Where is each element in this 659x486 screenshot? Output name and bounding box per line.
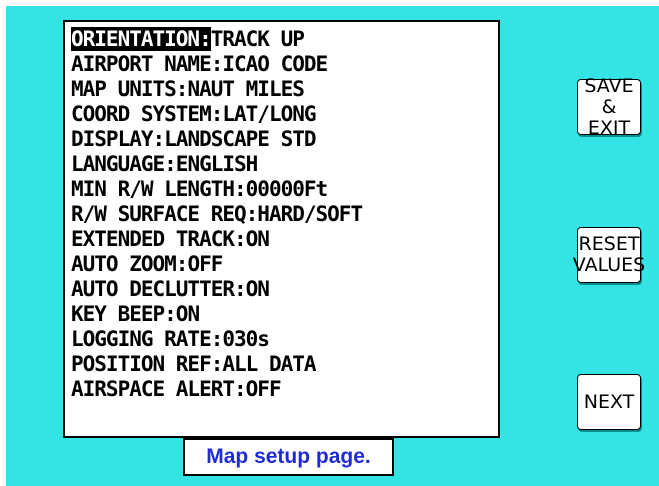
reset-values-button[interactable]: RESET VALUES bbox=[573, 227, 645, 283]
device-screen: ORIENTATION:TRACK UP AIRPORT NAME:ICAO C… bbox=[6, 6, 659, 486]
setting-language[interactable]: LANGUAGE:ENGLISH bbox=[71, 152, 498, 177]
setting-key: LOGGING RATE: bbox=[71, 327, 223, 351]
setting-key: MAP UNITS: bbox=[71, 77, 188, 101]
setting-map-units[interactable]: MAP UNITS:NAUT MILES bbox=[71, 77, 498, 102]
setting-key: EXTENDED TRACK: bbox=[71, 227, 247, 251]
setting-auto-zoom[interactable]: AUTO ZOOM:OFF bbox=[71, 252, 498, 277]
page-caption: Map setup page. bbox=[183, 438, 394, 476]
setting-logging-rate[interactable]: LOGGING RATE:030s bbox=[71, 327, 498, 352]
setting-key: R/W SURFACE REQ: bbox=[71, 202, 258, 226]
setting-value: LANDSCAPE STD bbox=[164, 127, 316, 151]
setting-key: KEY BEEP: bbox=[71, 302, 177, 326]
setting-value: LAT/LONG bbox=[222, 102, 316, 126]
save-exit-label-line1: SAVE & bbox=[584, 74, 634, 118]
setting-display[interactable]: DISPLAY:LANDSCAPE STD bbox=[71, 127, 498, 152]
setting-position-ref[interactable]: POSITION REF:ALL DATA bbox=[71, 352, 498, 377]
setting-orientation[interactable]: ORIENTATION:TRACK UP bbox=[71, 27, 498, 52]
setting-key: AIRSPACE ALERT: bbox=[71, 377, 247, 401]
setting-rw-surface-req[interactable]: R/W SURFACE REQ:HARD/SOFT bbox=[71, 202, 498, 227]
setting-key: MIN R/W LENGTH: bbox=[71, 177, 247, 201]
setting-key: POSITION REF: bbox=[71, 352, 223, 376]
setting-key: DISPLAY: bbox=[71, 127, 165, 151]
setting-key: AIRPORT NAME: bbox=[71, 52, 223, 76]
setting-value: ICAO CODE bbox=[222, 52, 328, 76]
setting-extended-track[interactable]: EXTENDED TRACK:ON bbox=[71, 227, 498, 252]
setting-airport-name[interactable]: AIRPORT NAME:ICAO CODE bbox=[71, 52, 498, 77]
setting-key: AUTO DECLUTTER: bbox=[71, 277, 247, 301]
setting-value: TRACK UP bbox=[210, 27, 305, 51]
setting-airspace-alert[interactable]: AIRSPACE ALERT:OFF bbox=[71, 377, 498, 402]
settings-list: ORIENTATION:TRACK UP AIRPORT NAME:ICAO C… bbox=[63, 20, 500, 438]
setting-value: ALL DATA bbox=[222, 352, 316, 376]
setting-value: OFF bbox=[245, 377, 282, 401]
setting-value: ON bbox=[245, 277, 270, 301]
setting-auto-declutter[interactable]: AUTO DECLUTTER:ON bbox=[71, 277, 498, 302]
setting-value: NAUT MILES bbox=[187, 77, 304, 101]
setting-value: OFF bbox=[187, 252, 223, 276]
setting-value: ON bbox=[175, 302, 200, 326]
setting-value: 030s bbox=[222, 327, 270, 351]
next-label: NEXT bbox=[583, 390, 635, 413]
setting-value: HARD/SOFT bbox=[257, 202, 363, 226]
save-exit-label-line2: EXIT bbox=[587, 116, 631, 139]
setting-min-rw-length[interactable]: MIN R/W LENGTH:00000Ft bbox=[71, 177, 498, 202]
reset-values-label-line1: RESET bbox=[578, 233, 640, 255]
setting-value: 00000Ft bbox=[245, 177, 329, 201]
reset-values-label-line2: VALUES bbox=[572, 254, 646, 276]
setting-key: ORIENTATION: bbox=[71, 27, 212, 51]
setting-value: ON bbox=[245, 227, 270, 251]
setting-key-beep[interactable]: KEY BEEP:ON bbox=[71, 302, 498, 327]
save-exit-button[interactable]: SAVE & EXIT bbox=[577, 74, 641, 138]
setting-coord-system[interactable]: COORD SYSTEM:LAT/LONG bbox=[71, 102, 498, 127]
setting-key: COORD SYSTEM: bbox=[71, 102, 223, 126]
setting-key: LANGUAGE: bbox=[71, 152, 177, 176]
setting-value: ENGLISH bbox=[175, 152, 259, 176]
next-button[interactable]: NEXT bbox=[577, 374, 641, 430]
setting-key: AUTO ZOOM: bbox=[71, 252, 188, 276]
